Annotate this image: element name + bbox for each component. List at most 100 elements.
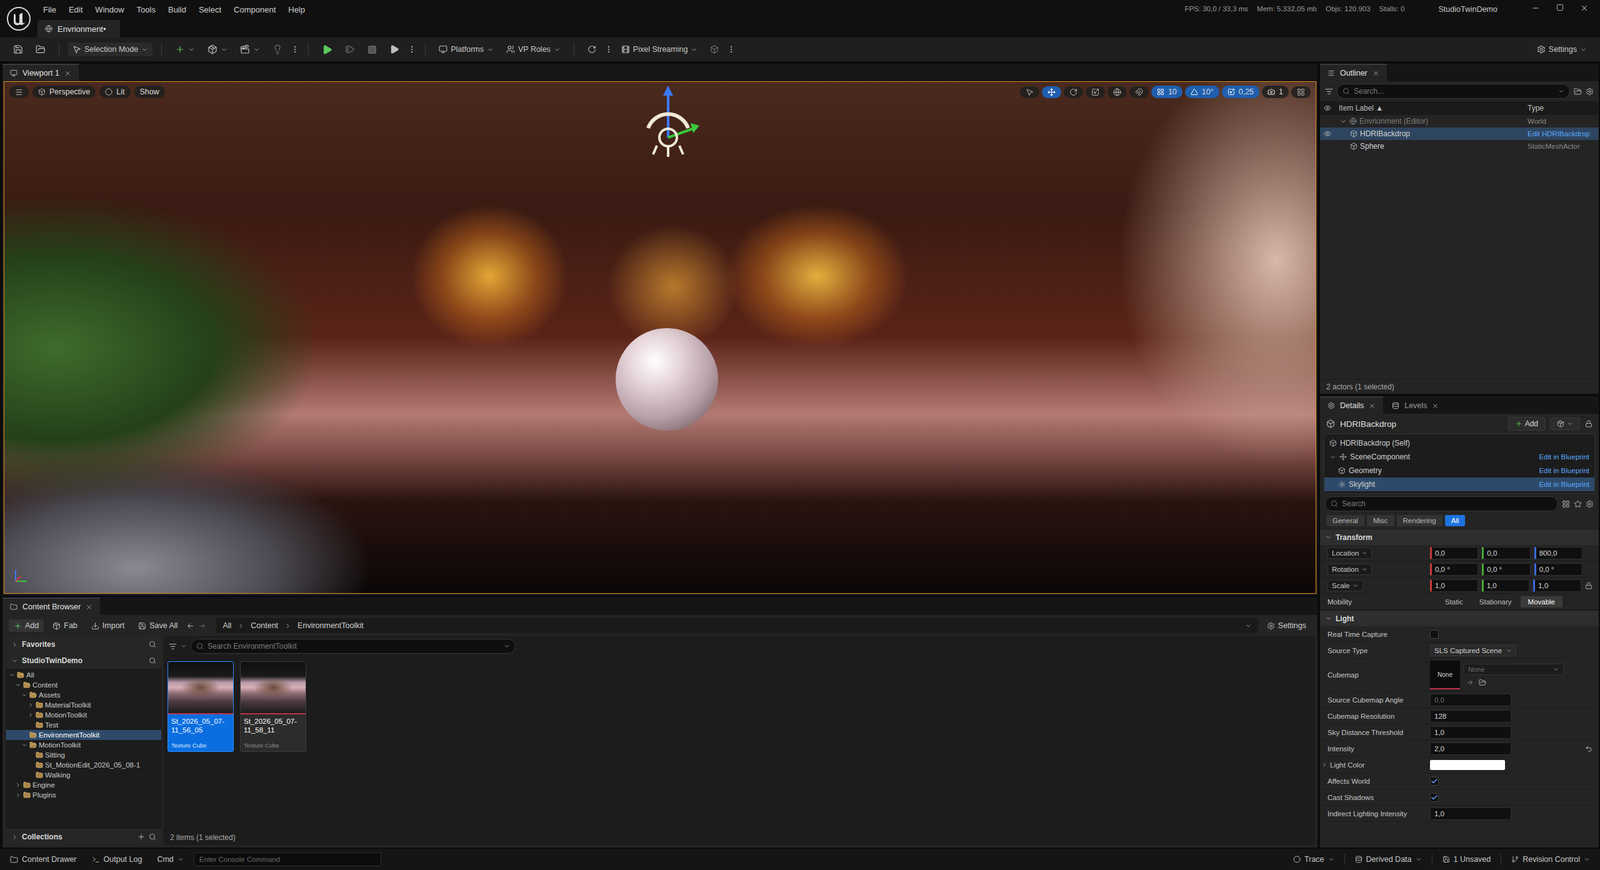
- console-mode-dropdown[interactable]: Cmd: [151, 853, 189, 866]
- use-selected-icon[interactable]: [1466, 678, 1474, 687]
- breadcrumb-item[interactable]: All: [222, 621, 232, 630]
- edit-in-blueprint-link[interactable]: Edit in Blueprint: [1538, 480, 1590, 489]
- menu-item[interactable]: Window: [89, 2, 130, 17]
- search-icon[interactable]: [148, 656, 157, 665]
- menu-item[interactable]: Tools: [131, 2, 162, 17]
- lock-selection-icon[interactable]: [1585, 420, 1593, 428]
- transform-mode-dropdown[interactable]: Location: [1327, 547, 1372, 559]
- filter-icon[interactable]: [1325, 87, 1334, 96]
- more-icon[interactable]: [290, 45, 300, 54]
- search-icon[interactable]: [148, 833, 157, 841]
- folder-tree-item[interactable]: Engine: [6, 780, 162, 790]
- viewport-view-button[interactable]: Perspective: [32, 85, 96, 99]
- launch-button[interactable]: [385, 41, 404, 57]
- vector-component-field[interactable]: 0,0 °: [1430, 563, 1479, 576]
- asset-tile[interactable]: St_2026_05_07-11_56_05Texture Cube: [167, 661, 234, 752]
- folder-tree-item[interactable]: Test: [6, 720, 162, 730]
- save-button[interactable]: [8, 41, 28, 57]
- component-row[interactable]: HDRIBackdrop (Self): [1324, 436, 1595, 450]
- mobility-option[interactable]: Stationary: [1471, 596, 1520, 608]
- content-browser-tab[interactable]: Content Browser: [2, 597, 100, 615]
- folder-tree-item[interactable]: All: [6, 670, 162, 680]
- menu-item[interactable]: Help: [282, 2, 311, 17]
- multi-user-button[interactable]: [583, 42, 601, 57]
- content-action-button[interactable]: Fab: [47, 619, 83, 632]
- collections-header[interactable]: Collections: [6, 828, 162, 845]
- property-matrix-icon[interactable]: [1561, 500, 1570, 509]
- snap-setting-button[interactable]: 1: [1261, 85, 1289, 99]
- status-button[interactable]: Output Log: [86, 853, 148, 866]
- details-tab[interactable]: Details: [1320, 396, 1384, 414]
- visibility-icon[interactable]: [1323, 130, 1332, 138]
- transform-mode-dropdown[interactable]: Scale: [1327, 580, 1364, 592]
- vp-roles-dropdown[interactable]: VP Roles: [501, 42, 565, 57]
- property-section-header[interactable]: Light: [1320, 610, 1599, 627]
- outliner-tab[interactable]: Outliner: [1320, 63, 1387, 82]
- add-actor-button[interactable]: [170, 41, 200, 57]
- column-header[interactable]: Type: [1523, 103, 1599, 113]
- dropdown-arrow-icon[interactable]: [1245, 622, 1252, 630]
- viewport-view-button[interactable]: Lit: [99, 85, 130, 99]
- details-tab[interactable]: Levels: [1384, 396, 1447, 414]
- expanded-arrow-icon[interactable]: [15, 681, 22, 689]
- filter-icon[interactable]: [168, 642, 177, 651]
- scale-tool-button[interactable]: [1085, 86, 1105, 99]
- status-button[interactable]: Trace: [1288, 853, 1340, 866]
- collapsed-arrow-icon[interactable]: [27, 711, 34, 719]
- collapsed-arrow-icon[interactable]: [15, 781, 22, 789]
- play-button[interactable]: [317, 41, 337, 58]
- folder-tree-item[interactable]: St_MotionEdit_2026_05_08-1: [6, 760, 162, 770]
- edit-in-blueprint-link[interactable]: Edit in Blueprint: [1538, 453, 1590, 461]
- menu-item[interactable]: File: [37, 2, 62, 17]
- viewport-view-button[interactable]: Show: [134, 85, 165, 99]
- vector-component-field[interactable]: 1,0: [1481, 579, 1530, 592]
- asset-search-field[interactable]: Search EnvironmentToolkit: [190, 638, 516, 654]
- source-type-dropdown[interactable]: SLS Captured Scene: [1430, 645, 1517, 657]
- stop-button[interactable]: [363, 42, 382, 57]
- add-folder-icon[interactable]: [1573, 87, 1582, 96]
- more-icon[interactable]: [604, 45, 614, 54]
- status-button[interactable]: Content Drawer: [5, 853, 82, 866]
- folder-tree-item[interactable]: MaterialToolkit: [6, 700, 162, 710]
- reset-to-default-icon[interactable]: [1585, 745, 1593, 753]
- number-field[interactable]: 128: [1430, 710, 1512, 723]
- category-filter[interactable]: General: [1326, 515, 1365, 527]
- expanded-arrow-icon[interactable]: [1329, 453, 1337, 461]
- menu-item[interactable]: Edit: [63, 2, 89, 17]
- category-filter[interactable]: Misc: [1366, 515, 1395, 527]
- light-color-swatch[interactable]: [1430, 760, 1505, 770]
- status-button[interactable]: Derived Data: [1350, 853, 1427, 866]
- collapsed-arrow-icon[interactable]: [15, 791, 22, 799]
- viewport-tab[interactable]: Viewport 1: [2, 63, 79, 82]
- visibility-icon[interactable]: [1323, 104, 1332, 112]
- favorites-header[interactable]: Favorites: [6, 636, 162, 653]
- expanded-arrow-icon[interactable]: [21, 741, 28, 749]
- breadcrumb-item[interactable]: EnvironmentToolkit: [297, 621, 364, 630]
- vector-component-field[interactable]: 0,0 °: [1481, 563, 1530, 576]
- collapsed-arrow-icon[interactable]: [1321, 761, 1328, 769]
- rotate-tool-button[interactable]: [1063, 86, 1084, 99]
- property-checkbox[interactable]: [1430, 793, 1439, 802]
- vector-component-field[interactable]: 0,0: [1481, 546, 1530, 560]
- content-action-button[interactable]: Save All: [133, 619, 183, 632]
- mobility-option[interactable]: Movable: [1520, 596, 1563, 608]
- add-component-button[interactable]: Add: [1508, 416, 1545, 431]
- dropdown-arrow-icon[interactable]: [180, 643, 187, 650]
- content-button[interactable]: [31, 41, 50, 57]
- breadcrumb-item[interactable]: Content: [250, 621, 279, 630]
- content-action-button[interactable]: Import: [86, 619, 130, 632]
- platforms-dropdown[interactable]: Platforms: [434, 42, 499, 57]
- forward-icon[interactable]: [198, 621, 207, 630]
- category-filter[interactable]: All: [1445, 515, 1466, 527]
- level-tab[interactable]: Envrionment•: [37, 20, 120, 38]
- modeling-button[interactable]: [705, 42, 724, 57]
- cubemap-picker[interactable]: None: [1463, 663, 1564, 675]
- component-row[interactable]: SceneComponentEdit in Blueprint: [1324, 450, 1595, 464]
- blueprint-options-button[interactable]: [1550, 417, 1580, 430]
- property-checkbox[interactable]: [1430, 776, 1439, 786]
- pixel-streaming-dropdown[interactable]: Pixel Streaming: [616, 42, 703, 57]
- details-search-field[interactable]: Search: [1325, 496, 1559, 512]
- folder-tree-item[interactable]: Plugins: [6, 790, 162, 800]
- close-icon[interactable]: [1431, 402, 1439, 410]
- menu-item[interactable]: Build: [162, 2, 192, 17]
